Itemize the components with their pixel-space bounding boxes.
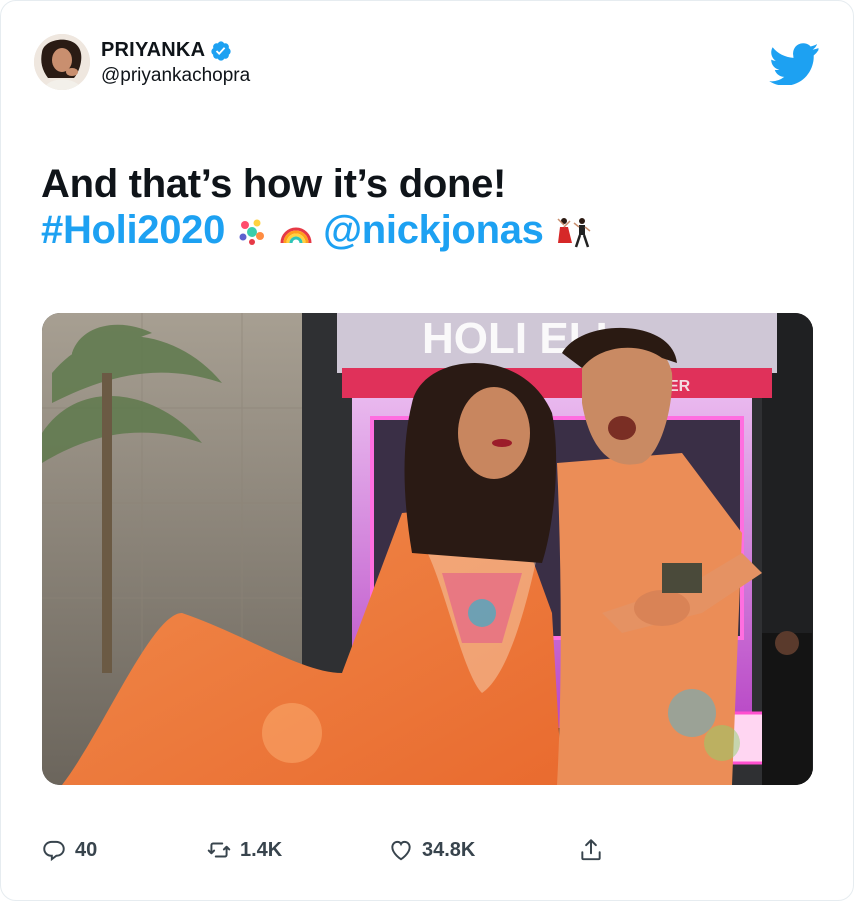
mention-link[interactable]: @nickjonas — [323, 207, 544, 253]
retweet-button[interactable]: 1.4K — [206, 837, 282, 863]
retweet-count: 1.4K — [240, 838, 283, 861]
reply-icon — [43, 840, 65, 862]
share-button[interactable] — [578, 837, 604, 863]
like-button[interactable]: 34.8K — [388, 837, 475, 863]
verified-badge-icon — [210, 40, 232, 62]
share-icon — [581, 839, 601, 861]
tweet-photo[interactable]: HOLI ELI GO RIER — [42, 313, 813, 785]
author-display-name[interactable]: PRIYANKA — [101, 39, 205, 62]
author-handle[interactable]: @priyankachopra — [101, 65, 250, 87]
heart-icon — [391, 840, 411, 861]
confetti-emoji-icon — [235, 213, 269, 247]
retweet-icon — [207, 842, 231, 858]
author-name-row[interactable]: PRIYANKA — [101, 39, 232, 62]
avatar-image — [34, 34, 90, 90]
tweet-text: And that’s how it’s done! #Holi2020 @nic… — [41, 161, 811, 253]
photo-image: HOLI ELI GO RIER — [42, 313, 813, 785]
reply-count: 40 — [75, 838, 98, 861]
tweet-actions-bar: 40 1.4K 34.8K — [1, 831, 853, 871]
dancers-emoji-icon — [554, 213, 591, 248]
twitter-bird-icon[interactable] — [768, 43, 820, 86]
tweet-line-1: And that’s how it’s done! — [41, 162, 507, 206]
like-count: 34.8K — [422, 838, 476, 861]
tweet-card[interactable]: PRIYANKA @priyankachopra And that’s how … — [0, 0, 854, 901]
reply-button[interactable]: 40 — [41, 837, 97, 863]
avatar[interactable] — [34, 34, 90, 90]
hashtag-link[interactable]: #Holi2020 — [41, 207, 225, 253]
tweet-line-2: #Holi2020 @nickjonas — [41, 207, 811, 253]
rainbow-emoji-icon — [279, 213, 313, 247]
